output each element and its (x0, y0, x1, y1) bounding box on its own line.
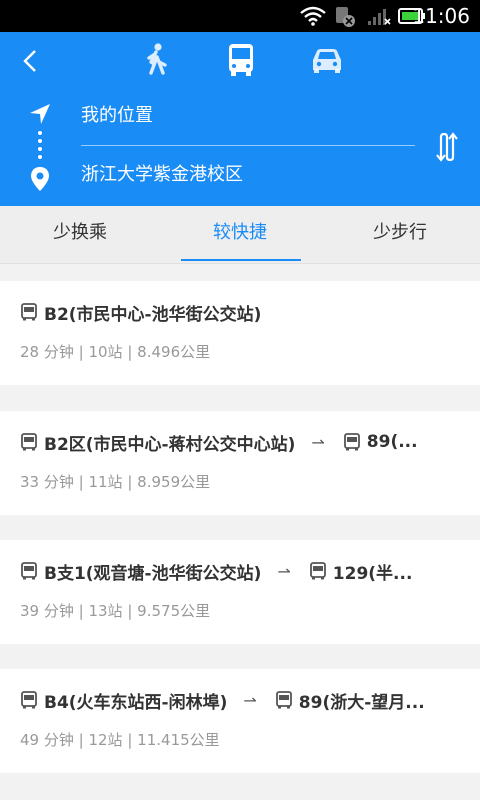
route-meta: 49 分钟 | 12站 | 11.415公里 (20, 731, 220, 749)
route-stops: 10站 (88, 343, 123, 361)
status-time: 11:06 (412, 4, 470, 28)
route-line-name: B支1(观音塘-池华街公交站) (44, 563, 262, 584)
route-line-name: 129(半... (332, 563, 413, 584)
route-header: 我的位置 浙江大学紫金港校区 (0, 32, 480, 206)
route-stops: 13站 (88, 602, 123, 620)
bus-icon (309, 562, 326, 580)
origin-field[interactable]: 我的位置 (81, 104, 153, 128)
route-meta: 28 分钟 | 10站 | 8.496公里 (20, 343, 211, 361)
transfer-arrow-icon: ⇀ (243, 690, 257, 710)
route-line-name: B2区(市民中心-蒋村公交中心站) (44, 434, 296, 455)
bus-icon (21, 691, 37, 709)
transfer-arrow-icon: ⇀ (277, 561, 291, 581)
route-summary: B2区(市民中心-蒋村公交中心站) ⇀ 89(... (20, 429, 418, 455)
bus-icon[interactable] (222, 42, 260, 78)
sim-disabled-icon (336, 7, 355, 27)
destination-pin-icon (31, 167, 49, 191)
my-location-arrow-icon (30, 104, 50, 124)
status-bar: 11:06 (0, 0, 480, 32)
swap-icon[interactable] (433, 131, 463, 163)
bus-icon (21, 562, 37, 580)
route-line-name: 89(... (366, 432, 418, 452)
route-line-name: B2(市民中心-池华街公交站) (44, 304, 262, 325)
tab-fewer-transfers[interactable]: 少换乘 (0, 206, 160, 263)
back-icon[interactable] (16, 46, 46, 76)
route-duration: 39 分钟 (20, 602, 74, 620)
route-meta: 39 分钟 | 13站 | 9.575公里 (20, 602, 211, 620)
destination-field[interactable]: 浙江大学紫金港校区 (81, 163, 243, 187)
route-stops: 11站 (88, 473, 123, 491)
route-summary: B2(市民中心-池华街公交站) (20, 299, 261, 325)
route-distance: 8.496公里 (137, 343, 211, 361)
route-line-name: B4(火车东站西-闲林埠) (44, 692, 228, 713)
route-dots (37, 131, 43, 161)
route-summary: B支1(观音塘-池华街公交站) ⇀ 129(半... (20, 558, 412, 584)
bus-icon (21, 433, 37, 451)
tab-less-walking[interactable]: 少步行 (320, 206, 480, 263)
bus-icon (21, 303, 37, 321)
route-duration: 33 分钟 (20, 473, 74, 491)
bus-icon (275, 691, 292, 709)
route-card[interactable]: B2区(市民中心-蒋村公交中心站) ⇀ 89(... 33 分钟 | 11站 |… (0, 411, 480, 515)
signal-icon (368, 9, 391, 25)
route-duration: 28 分钟 (20, 343, 74, 361)
strategy-tabs: 少换乘 较快捷 少步行 (0, 206, 480, 264)
route-distance: 11.415公里 (137, 731, 220, 749)
route-stops: 12站 (88, 731, 123, 749)
route-card[interactable]: B4(火车东站西-闲林埠) ⇀ 89(浙大-望月... 49 分钟 | 12站 … (0, 669, 480, 773)
active-tab-indicator (181, 259, 301, 261)
car-icon[interactable] (308, 42, 346, 78)
route-distance: 8.959公里 (137, 473, 211, 491)
route-summary: B4(火车东站西-闲林埠) ⇀ 89(浙大-望月... (20, 687, 425, 713)
wifi-icon (300, 6, 326, 26)
route-meta: 33 分钟 | 11站 | 8.959公里 (20, 473, 211, 491)
header-divider (81, 145, 415, 146)
bus-icon (343, 433, 360, 451)
route-distance: 9.575公里 (137, 602, 211, 620)
route-duration: 49 分钟 (20, 731, 74, 749)
tab-fastest[interactable]: 较快捷 (160, 206, 320, 263)
walk-icon[interactable] (137, 42, 175, 78)
route-card[interactable]: B2(市民中心-池华街公交站) 28 分钟 | 10站 | 8.496公里 (0, 281, 480, 385)
transfer-arrow-icon: ⇀ (311, 432, 325, 452)
route-card[interactable]: B支1(观音塘-池华街公交站) ⇀ 129(半... 39 分钟 | 13站 |… (0, 540, 480, 644)
route-line-name: 89(浙大-望月... (298, 692, 425, 713)
